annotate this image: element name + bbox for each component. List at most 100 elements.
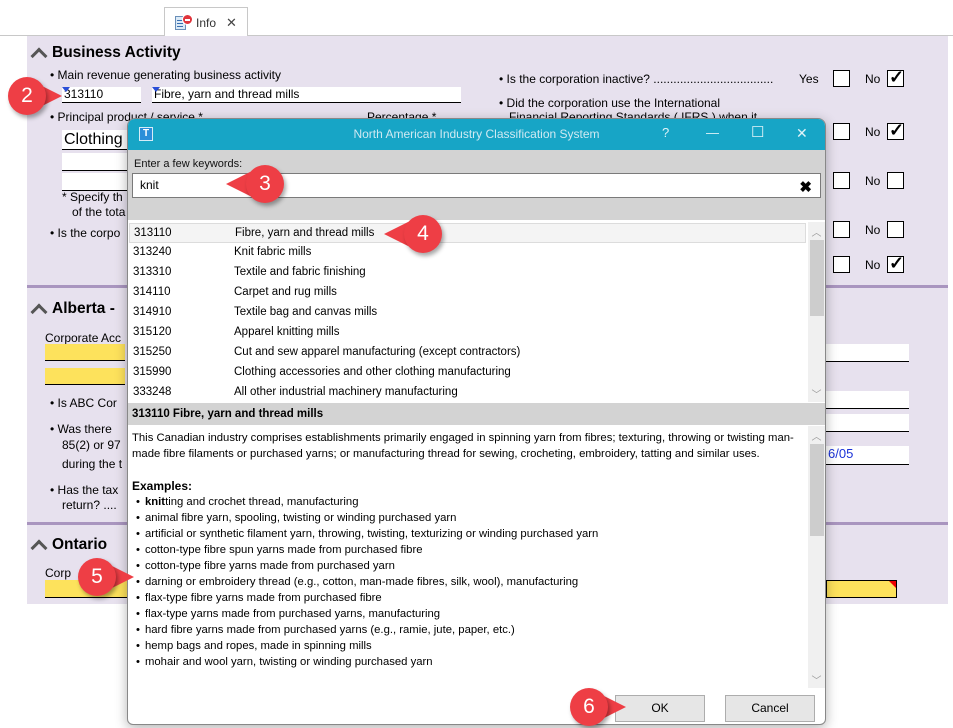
- naics-description-field[interactable]: Fibre, yarn and thread mills: [152, 87, 461, 103]
- yes-label: Yes: [799, 72, 819, 86]
- section-business-activity[interactable]: Business Activity: [30, 44, 181, 62]
- principal-product-field-3[interactable]: [62, 173, 132, 191]
- example-item: animal fibre yarn, spooling, twisting or…: [132, 510, 804, 526]
- result-code: 314110: [133, 286, 171, 298]
- detail-scrollbar[interactable]: ︿ ﹀: [808, 426, 825, 688]
- q5-no-checkbox[interactable]: [887, 253, 904, 274]
- no-label: No: [865, 72, 881, 86]
- collapse-chevron-icon[interactable]: [30, 539, 48, 551]
- inactive-yes-checkbox[interactable]: [833, 70, 850, 87]
- scroll-thumb[interactable]: [810, 240, 824, 316]
- naics-dialog: T North American Industry Classification…: [127, 118, 826, 725]
- inactive-no-checkbox[interactable]: [887, 67, 904, 88]
- tab-label: Info: [196, 15, 217, 30]
- examples-list: knitting and crochet thread, manufacturi…: [132, 494, 804, 670]
- examples-heading: Examples:: [132, 479, 193, 493]
- ontario-corp-label: Corp: [45, 566, 72, 580]
- alberta-q2-line1: • Was there: [50, 422, 112, 436]
- section-title: Ontario: [52, 536, 108, 553]
- search-value: knit: [140, 178, 159, 192]
- results-scrollbar[interactable]: ︿ ﹀: [808, 222, 825, 402]
- q4-yes-checkbox[interactable]: [833, 221, 850, 238]
- result-row[interactable]: 315120 Apparel knitting mills: [129, 323, 806, 343]
- clear-search-icon[interactable]: ✖: [799, 176, 812, 199]
- result-row[interactable]: 333248 All other industrial machinery man…: [129, 383, 806, 403]
- main-revenue-label: • Main revenue generating business activ…: [50, 68, 281, 82]
- callout-3: 3: [226, 165, 292, 203]
- result-row[interactable]: 314110 Carpet and rug mills: [129, 283, 806, 303]
- result-row[interactable]: 313240 Knit fabric mills: [129, 243, 806, 263]
- tab-info[interactable]: Info ✕: [164, 7, 248, 37]
- result-description: Knit fabric mills: [234, 246, 312, 258]
- scroll-up-icon[interactable]: ︿: [808, 224, 825, 239]
- callout-5: 5: [76, 558, 140, 596]
- section-title: Alberta -: [52, 300, 115, 317]
- principal-product-field-1[interactable]: Clothing: [62, 130, 132, 150]
- section-ontario[interactable]: Ontario: [30, 536, 107, 554]
- principal-product-field-2[interactable]: [62, 153, 132, 171]
- q5-yes-checkbox[interactable]: [833, 256, 850, 273]
- results-list: 313110 Fibre, yarn and thread mills 313240…: [128, 222, 808, 402]
- maximize-button[interactable]: ☐: [751, 123, 764, 141]
- specify-note-2: of the tota: [72, 205, 126, 219]
- section-alberta[interactable]: Alberta -: [30, 300, 115, 318]
- scroll-down-icon[interactable]: ﹀: [808, 672, 825, 687]
- collapse-chevron-icon[interactable]: [30, 303, 48, 315]
- ontario-corp-field-right[interactable]: [826, 580, 897, 598]
- field-marker-icon: [152, 87, 160, 92]
- alberta-q3-line2: return? ....: [62, 498, 117, 512]
- result-description: Apparel knitting mills: [234, 326, 340, 338]
- scroll-thumb[interactable]: [810, 444, 824, 536]
- required-flag-icon: [889, 581, 896, 588]
- q3-no-checkbox[interactable]: [887, 172, 904, 189]
- result-code: 313310: [133, 266, 172, 278]
- section-title: Business Activity: [52, 44, 181, 61]
- example-item: hemp bags and ropes, made in spinning mi…: [132, 638, 804, 654]
- result-row[interactable]: 315990 Clothing accessories and other clo…: [129, 363, 806, 383]
- corporate-account-field-1[interactable]: [45, 344, 125, 361]
- is-corp-label: • Is the corpo: [50, 226, 121, 240]
- no-label: No: [865, 174, 881, 188]
- example-item: cotton-type fibre spun yarns made from p…: [132, 542, 804, 558]
- result-description: Textile bag and canvas mills: [234, 306, 378, 318]
- no-label: No: [865, 223, 881, 237]
- alberta-q1: • Is ABC Cor: [50, 396, 117, 410]
- example-item: darning or embroidery thread (e.g., cott…: [132, 574, 804, 590]
- cancel-button[interactable]: Cancel: [725, 695, 815, 722]
- alberta-field-right-3[interactable]: [826, 414, 909, 432]
- result-code: 333248: [133, 386, 172, 398]
- dialog-titlebar[interactable]: T North American Industry Classification…: [128, 119, 825, 150]
- close-tab-icon[interactable]: ✕: [226, 15, 237, 31]
- help-button[interactable]: ?: [662, 125, 669, 140]
- result-description: Carpet and rug mills: [234, 286, 337, 298]
- result-code: 313110: [134, 227, 172, 239]
- collapse-chevron-icon[interactable]: [30, 47, 48, 59]
- q4-no-checkbox[interactable]: [887, 221, 904, 238]
- specify-note-1: * Specify th: [62, 190, 123, 204]
- example-text: ting and crochet thread, manufacturing: [165, 496, 359, 508]
- result-row[interactable]: 315250 Cut and sew apparel manufacturing …: [129, 343, 806, 363]
- scroll-up-icon[interactable]: ︿: [808, 428, 825, 443]
- corporate-account-field-2[interactable]: [45, 368, 125, 385]
- example-item: flax-type fibre yarns made from purchase…: [132, 590, 804, 606]
- result-row[interactable]: 313310 Textile and fabric finishing: [129, 263, 806, 283]
- naics-code-field[interactable]: 313110: [62, 87, 141, 103]
- result-code: 315120: [133, 326, 172, 338]
- alberta-field-right-1[interactable]: [826, 344, 909, 362]
- example-item: artificial or synthetic filament yarn, t…: [132, 526, 804, 542]
- alberta-field-right-2[interactable]: [826, 391, 909, 409]
- result-code: 313240: [133, 246, 172, 258]
- alberta-date-field[interactable]: 6/05: [826, 446, 909, 465]
- result-code: 315990: [133, 366, 172, 378]
- q3-yes-checkbox[interactable]: [833, 172, 850, 189]
- result-row[interactable]: 314910 Textile bag and canvas mills: [129, 303, 806, 323]
- detail-title: 313110 Fibre, yarn and thread mills: [128, 403, 825, 425]
- result-row[interactable]: 313110 Fibre, yarn and thread mills: [129, 223, 806, 243]
- q2-no-checkbox[interactable]: [887, 120, 904, 141]
- q2-yes-checkbox[interactable]: [833, 123, 850, 140]
- scroll-down-icon[interactable]: ﹀: [808, 386, 825, 401]
- minimize-button[interactable]: —: [706, 125, 719, 140]
- close-dialog-button[interactable]: ✕: [796, 125, 808, 142]
- example-item: cotton-type fibre yarns made from purcha…: [132, 558, 804, 574]
- example-item: flax-type yarns made from purchased yarn…: [132, 606, 804, 622]
